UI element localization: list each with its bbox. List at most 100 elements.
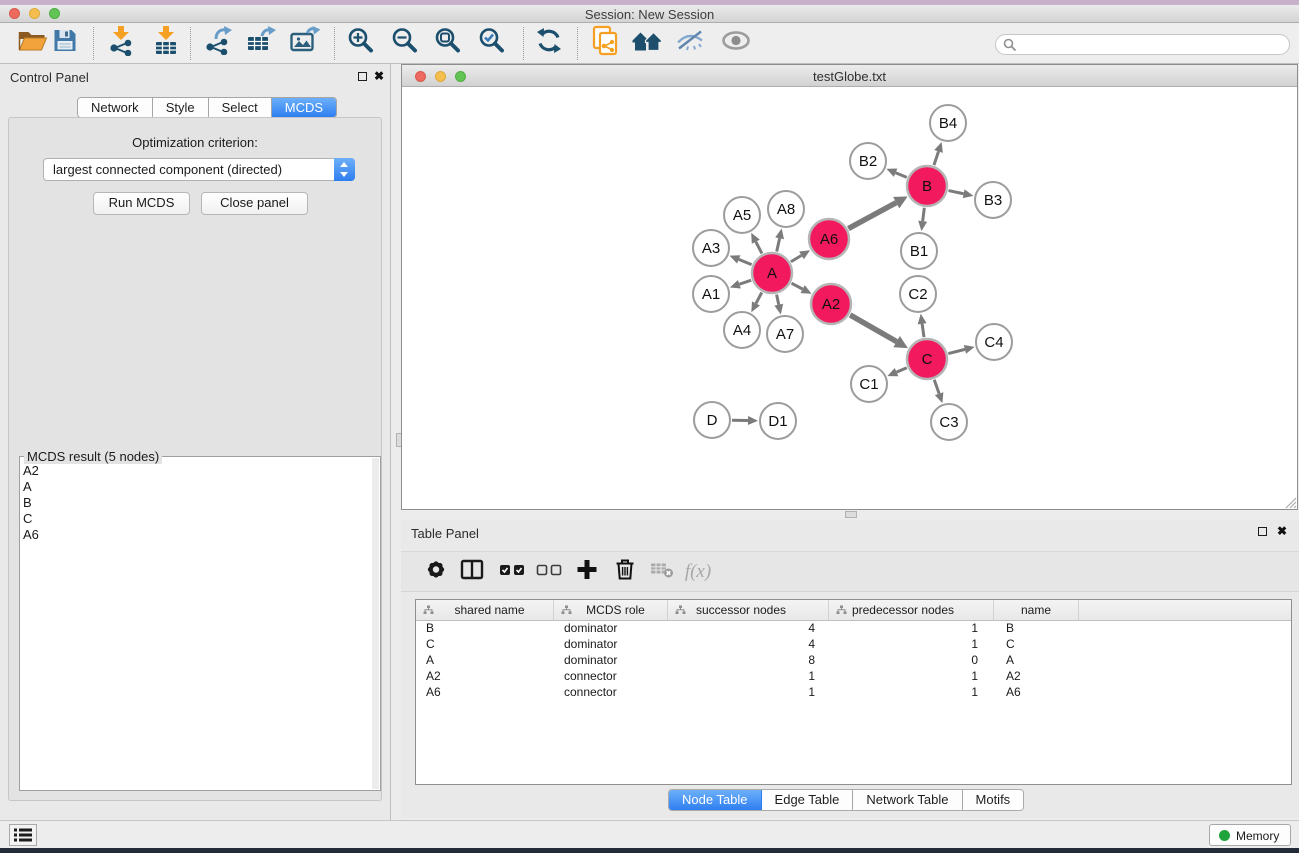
tab-network-table[interactable]: Network Table bbox=[853, 790, 962, 810]
graph-edge[interactable] bbox=[791, 283, 802, 289]
graph-edge[interactable] bbox=[897, 368, 907, 372]
zoom-out-icon[interactable] bbox=[392, 27, 419, 59]
close-panel-icon[interactable]: ✖ bbox=[374, 70, 384, 82]
graph-edge[interactable] bbox=[850, 315, 897, 342]
graph-edge[interactable] bbox=[739, 259, 752, 264]
result-scrollbar[interactable] bbox=[372, 458, 379, 789]
zoom-in-icon[interactable] bbox=[348, 27, 375, 59]
criterion-dropdown[interactable]: largest connected component (directed) bbox=[43, 158, 355, 181]
graph-edge[interactable] bbox=[791, 255, 802, 261]
graph-edge[interactable] bbox=[777, 295, 779, 305]
table-settings-icon[interactable] bbox=[425, 558, 447, 585]
dropdown-stepper-icon bbox=[334, 158, 355, 181]
control-panel: Control Panel ✖ Network Style Select MCD… bbox=[0, 64, 391, 820]
export-image-icon[interactable] bbox=[290, 26, 321, 60]
open-session-icon[interactable] bbox=[18, 28, 49, 58]
zoom-fit-icon[interactable] bbox=[435, 27, 462, 59]
graph-node-label: A7 bbox=[776, 326, 794, 343]
result-item[interactable]: C bbox=[23, 511, 39, 527]
tab-edge-table[interactable]: Edge Table bbox=[762, 790, 854, 810]
network-window-title: testGlobe.txt bbox=[402, 69, 1297, 84]
export-network-icon[interactable] bbox=[204, 26, 232, 60]
result-item[interactable]: B bbox=[23, 495, 39, 511]
column-header-successor-nodes[interactable]: successor nodes bbox=[668, 600, 829, 620]
control-panel-title: Control Panel bbox=[10, 70, 89, 85]
result-item[interactable]: A6 bbox=[23, 527, 39, 543]
zoom-selected-icon[interactable] bbox=[479, 27, 506, 59]
graph-node-label: C2 bbox=[908, 286, 927, 303]
graph-edge[interactable] bbox=[756, 242, 762, 254]
hide-selected-icon[interactable] bbox=[675, 29, 705, 58]
close-panel-button[interactable]: Close panel bbox=[201, 192, 308, 215]
memory-button[interactable]: Memory bbox=[1209, 824, 1291, 846]
horizontal-splitter-handle[interactable] bbox=[845, 511, 857, 518]
column-header-mcds-role[interactable]: MCDS role bbox=[554, 600, 668, 620]
refresh-layout-icon[interactable] bbox=[536, 27, 563, 59]
close-table-panel-icon[interactable]: ✖ bbox=[1277, 525, 1287, 537]
column-header-name[interactable]: name bbox=[994, 600, 1079, 620]
show-panels-button[interactable] bbox=[9, 824, 37, 846]
run-mcds-button[interactable]: Run MCDS bbox=[93, 192, 190, 215]
graph-edge[interactable] bbox=[896, 173, 907, 178]
toolbar-separator bbox=[334, 27, 335, 60]
save-session-icon[interactable] bbox=[53, 28, 78, 58]
table-toolbar: f(x) bbox=[401, 551, 1299, 592]
network-canvas[interactable]: B4B2BB3A5A8A6A3B1AA1A2C2A4A7C4CC1DD1C3 bbox=[402, 88, 1297, 509]
float-panel-icon[interactable] bbox=[358, 72, 367, 81]
toolbar-separator bbox=[577, 27, 578, 60]
clone-network-icon[interactable] bbox=[591, 25, 619, 61]
import-network-icon[interactable] bbox=[108, 25, 134, 61]
delete-column-icon[interactable] bbox=[614, 558, 636, 586]
float-table-panel-icon[interactable] bbox=[1258, 527, 1267, 536]
add-column-icon[interactable] bbox=[577, 559, 598, 585]
tab-mcds[interactable]: MCDS bbox=[272, 98, 336, 117]
delete-table-icon[interactable] bbox=[650, 559, 674, 584]
graph-edge[interactable] bbox=[756, 292, 762, 303]
table-row[interactable]: Adominator80A bbox=[416, 653, 1291, 669]
result-item[interactable]: A bbox=[23, 479, 39, 495]
graph-node-label: D1 bbox=[768, 413, 787, 430]
tab-motifs[interactable]: Motifs bbox=[963, 790, 1024, 810]
search-input[interactable] bbox=[1020, 36, 1280, 53]
column-header-shared-name[interactable]: shared name bbox=[416, 600, 554, 620]
show-all-icon[interactable] bbox=[721, 31, 751, 56]
search-field[interactable] bbox=[995, 34, 1290, 55]
tab-network[interactable]: Network bbox=[78, 98, 153, 117]
graph-edge[interactable] bbox=[848, 203, 896, 229]
home-view-icon[interactable] bbox=[631, 29, 664, 58]
graph-edge[interactable] bbox=[777, 238, 780, 251]
result-item[interactable]: A2 bbox=[23, 463, 39, 479]
attribute-icon bbox=[561, 605, 572, 616]
split-view-icon[interactable] bbox=[460, 558, 484, 585]
resize-grip-icon[interactable] bbox=[1284, 496, 1297, 509]
network-graph[interactable]: B4B2BB3A5A8A6A3B1AA1A2C2A4A7C4CC1DD1C3 bbox=[402, 88, 1297, 509]
tab-node-table[interactable]: Node Table bbox=[669, 790, 762, 810]
mcds-panel: Optimization criterion: largest connecte… bbox=[8, 117, 382, 801]
table-header-row: shared name MCDS role successor nodes pr… bbox=[416, 600, 1291, 621]
tab-style[interactable]: Style bbox=[153, 98, 209, 117]
node-table[interactable]: shared name MCDS role successor nodes pr… bbox=[415, 599, 1292, 785]
deselect-all-icon[interactable] bbox=[536, 563, 562, 581]
import-table-icon[interactable] bbox=[153, 25, 179, 61]
graph-node-label: A2 bbox=[822, 296, 840, 313]
export-table-icon[interactable] bbox=[246, 26, 276, 60]
table-row[interactable]: Bdominator41B bbox=[416, 621, 1291, 637]
table-row[interactable]: A2connector11A2 bbox=[416, 669, 1291, 685]
select-all-icon[interactable] bbox=[499, 563, 525, 581]
function-builder-icon[interactable]: f(x) bbox=[685, 561, 711, 583]
table-row[interactable]: A6connector11A6 bbox=[416, 685, 1291, 701]
graph-edge[interactable] bbox=[923, 208, 925, 221]
attribute-icon bbox=[836, 605, 847, 616]
graph-edge[interactable] bbox=[739, 280, 751, 284]
main-titlebar: Session: New Session bbox=[0, 5, 1299, 23]
tab-select[interactable]: Select bbox=[209, 98, 272, 117]
graph-edge[interactable] bbox=[934, 380, 939, 394]
column-header-predecessor-nodes[interactable]: predecessor nodes bbox=[829, 600, 994, 620]
graph-edge[interactable] bbox=[949, 191, 964, 194]
graph-edge[interactable] bbox=[934, 151, 939, 165]
graph-edge[interactable] bbox=[948, 349, 965, 353]
graph-edge[interactable] bbox=[922, 324, 924, 337]
mcds-result-list[interactable]: A2 A B C A6 bbox=[23, 463, 39, 543]
edge-arrowhead bbox=[918, 221, 927, 231]
table-row[interactable]: Cdominator41C bbox=[416, 637, 1291, 653]
